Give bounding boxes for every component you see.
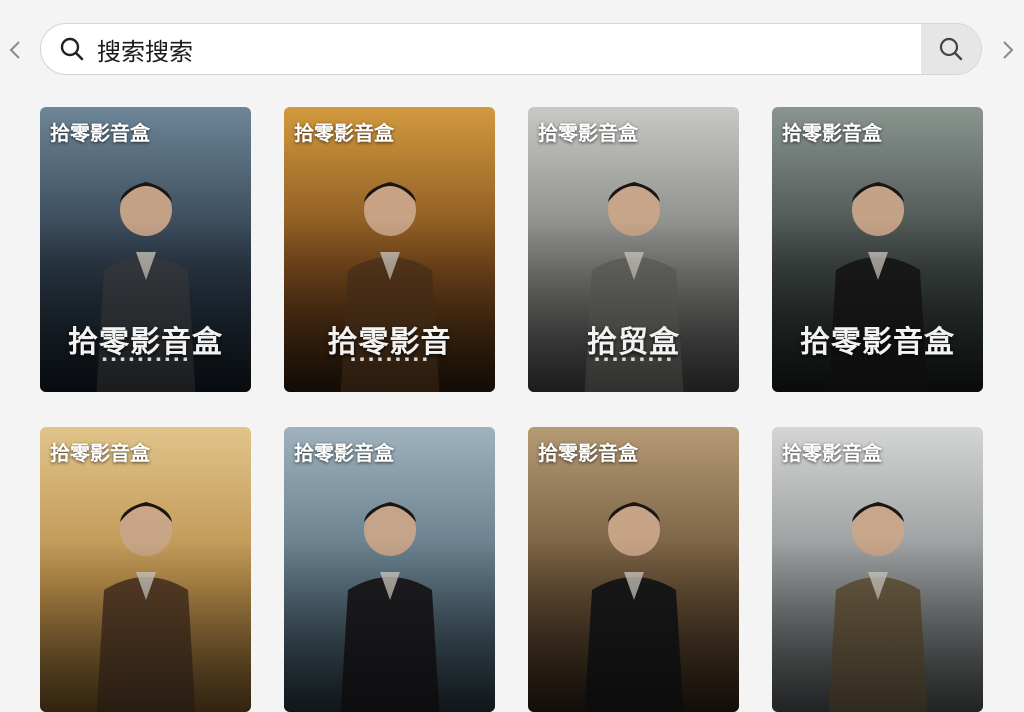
back-button[interactable]: [3, 30, 27, 70]
top-bar: [0, 0, 1024, 96]
poster-shade: [40, 541, 251, 712]
poster-card[interactable]: 拾零影音盒 拾零影音盒 ▪ ▪ ▪ ▪ ▪ ▪ ▪ ▪ ▪ ▪: [40, 107, 251, 392]
poster-shade: [284, 541, 495, 712]
poster-shade: [284, 221, 495, 392]
search-icon: [57, 34, 87, 64]
poster-card[interactable]: 拾零影音盒: [40, 427, 251, 712]
poster-card[interactable]: 拾零影音盒 拾贸盒 ▪ ▪ ▪ ▪ ▪ ▪ ▪ ▪ ▪: [528, 107, 739, 392]
chevron-right-icon: [1003, 41, 1014, 59]
poster-watermark: 拾零影音盒: [50, 441, 150, 465]
poster-credits: ▪ ▪ ▪ ▪ ▪ ▪ ▪ ▪ ▪: [594, 355, 673, 363]
poster-card[interactable]: 拾零影音盒: [284, 427, 495, 712]
poster-grid: 拾零影音盒 拾零影音盒 ▪ ▪ ▪ ▪ ▪ ▪ ▪ ▪ ▪ ▪ 拾零影音盒 拾零影音 ▪…: [40, 107, 984, 712]
poster-watermark: 拾零影音盒: [538, 441, 638, 465]
poster-shade: [40, 221, 251, 392]
poster-shade: [772, 541, 983, 712]
search-icon: [939, 37, 963, 61]
poster-credits: ▪ ▪ ▪ ▪ ▪ ▪ ▪ ▪ ▪ ▪: [102, 355, 189, 363]
poster-watermark: 拾零影音盒: [538, 121, 638, 145]
poster-watermark: 拾零影音盒: [50, 121, 150, 145]
poster-watermark: 拾零影音盒: [294, 121, 394, 145]
poster-card[interactable]: 拾零影音盒 拾零影音 ▪ ▪ ▪ ▪ ▪ ▪ ▪ ▪ ▪: [284, 107, 495, 392]
search-bar: [40, 23, 982, 75]
poster-card[interactable]: 拾零影音盒 拾零影音盒: [772, 107, 983, 392]
poster-watermark: 拾零影音盒: [782, 441, 882, 465]
search-input[interactable]: [95, 24, 921, 74]
poster-card[interactable]: 拾零影音盒: [772, 427, 983, 712]
poster-watermark: 拾零影音盒: [294, 441, 394, 465]
poster-title: 拾零影音盒: [800, 325, 955, 360]
chevron-left-icon: [9, 41, 20, 59]
poster-shade: [528, 221, 739, 392]
poster-card[interactable]: 拾零影音盒: [528, 427, 739, 712]
poster-shade: [772, 221, 983, 392]
poster-credits: ▪ ▪ ▪ ▪ ▪ ▪ ▪ ▪ ▪: [350, 355, 429, 363]
forward-button[interactable]: [996, 30, 1020, 70]
poster-watermark: 拾零影音盒: [782, 121, 882, 145]
search-button[interactable]: [921, 24, 981, 74]
poster-shade: [528, 541, 739, 712]
